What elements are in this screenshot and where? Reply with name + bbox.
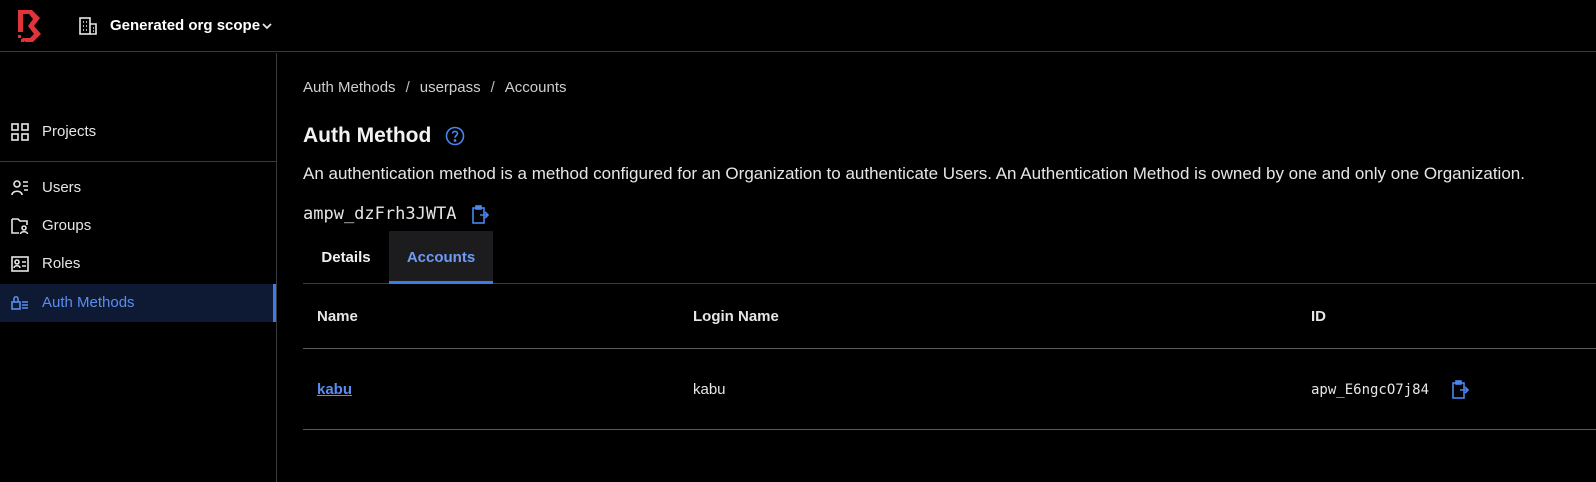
boundary-logo-icon[interactable] <box>16 10 42 42</box>
column-header-login-name[interactable]: Login Name <box>693 308 779 326</box>
account-name-cell: kabu <box>317 381 352 399</box>
page-title: Auth Method <box>303 124 432 147</box>
sidebar: Projects Users Groups Roles Auth Methods <box>0 53 277 482</box>
sidebar-item-groups[interactable]: Groups <box>0 207 276 245</box>
main-content: Auth Methods / userpass / Accounts Auth Meth… <box>303 53 1596 482</box>
sidebar-item-label: Users <box>42 179 82 196</box>
breadcrumb-separator: / <box>405 79 410 96</box>
breadcrumb: Auth Methods / userpass / Accounts <box>303 79 566 97</box>
clipboard-copy-icon[interactable] <box>1451 380 1469 400</box>
sidebar-item-roles[interactable]: Roles <box>0 245 276 283</box>
breadcrumb-separator: / <box>490 79 495 96</box>
column-header-name[interactable]: Name <box>317 308 358 326</box>
grid-icon <box>11 123 29 141</box>
org-scope-selector[interactable]: Generated org scope <box>110 16 260 36</box>
account-name-link[interactable]: kabu <box>317 381 352 398</box>
account-login-name-cell: kabu <box>693 381 726 398</box>
breadcrumb-auth-methods[interactable]: Auth Methods <box>303 79 396 96</box>
sidebar-divider <box>0 161 276 162</box>
tab-bar: Details Accounts <box>303 231 1596 284</box>
column-header-id[interactable]: ID <box>1311 308 1326 326</box>
sidebar-item-label: Roles <box>42 255 81 272</box>
tab-accounts[interactable]: Accounts <box>389 231 493 284</box>
sidebar-item-label: Projects <box>42 123 97 140</box>
tab-details[interactable]: Details <box>303 231 389 284</box>
sidebar-item-label: Groups <box>42 217 92 234</box>
top-bar: Generated org scope <box>0 0 1596 52</box>
breadcrumb-userpass[interactable]: userpass <box>420 79 481 96</box>
sidebar-item-label: Auth Methods <box>42 294 135 311</box>
sidebar-item-projects[interactable]: Projects <box>0 113 276 151</box>
users-icon <box>11 180 28 196</box>
building-icon <box>79 17 97 35</box>
table-header: Name Login Name ID <box>303 285 1596 349</box>
help-circle-icon[interactable] <box>445 126 465 146</box>
clipboard-copy-icon[interactable] <box>471 205 489 225</box>
id-card-icon <box>11 256 29 272</box>
account-id-cell: apw_E6ngcO7j84 <box>1311 382 1430 398</box>
table-row: kabu kabu apw_E6ngcO7j84 <box>303 349 1596 430</box>
chevron-down-icon[interactable] <box>260 19 274 33</box>
breadcrumb-accounts: Accounts <box>504 79 567 96</box>
lock-list-icon <box>11 295 28 310</box>
sidebar-item-users[interactable]: Users <box>0 169 276 207</box>
resource-id: ampw_dzFrh3JWTA <box>303 204 457 224</box>
folder-users-icon <box>11 218 29 235</box>
page-description: An authentication method is a method con… <box>303 164 1525 183</box>
sidebar-item-auth-methods[interactable]: Auth Methods <box>0 284 276 322</box>
